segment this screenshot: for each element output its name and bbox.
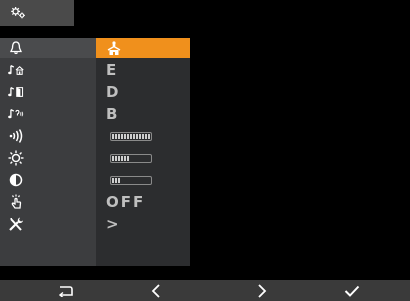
volume-level-bar[interactable]	[110, 131, 152, 141]
value-touch-sound: OFF	[106, 193, 146, 211]
tone-intercom-icon	[8, 109, 24, 119]
chevron-left-icon	[151, 283, 160, 298]
menu-value-column: E D B OFF >	[96, 38, 190, 266]
value-ringtone[interactable]	[96, 38, 190, 58]
house-group-icon	[107, 41, 121, 55]
value-door-call-tone: D	[106, 83, 121, 101]
return-arrow-icon	[59, 285, 73, 297]
brightness-level-bar[interactable]	[110, 153, 152, 163]
value-volume[interactable]	[96, 126, 190, 146]
value-tools: >	[106, 215, 121, 233]
menu-row-brightness[interactable]	[0, 148, 96, 168]
back-button[interactable]	[46, 280, 86, 301]
settings-gears-icon	[11, 7, 25, 19]
contrast-icon	[9, 173, 23, 187]
menu-row-tools[interactable]	[0, 214, 96, 234]
menu-row-touch-sound[interactable]	[0, 192, 96, 212]
value-floor-call-tone: E	[106, 61, 119, 79]
settings-tab[interactable]	[0, 0, 74, 26]
value-contrast[interactable]	[96, 170, 190, 190]
touch-sound-icon	[11, 194, 22, 209]
menu-row-door-call-tone[interactable]	[0, 82, 96, 102]
previous-button[interactable]	[136, 280, 176, 301]
volume-waves-icon	[9, 129, 23, 143]
next-button[interactable]	[242, 280, 282, 301]
brightness-icon	[8, 150, 24, 166]
tone-house-icon	[8, 65, 24, 75]
menu-row-volume[interactable]	[0, 126, 96, 146]
value-intercom-tone: B	[106, 105, 120, 123]
menu-row-ringtone[interactable]	[0, 38, 96, 58]
tone-door-icon	[8, 87, 24, 98]
checkmark-icon	[344, 285, 360, 297]
value-brightness[interactable]	[96, 148, 190, 168]
chevron-right-icon	[258, 283, 267, 298]
menu-row-contrast[interactable]	[0, 170, 96, 190]
tools-icon	[9, 217, 23, 231]
softkey-bar	[0, 280, 410, 301]
menu-row-floor-call-tone[interactable]	[0, 60, 96, 80]
contrast-level-bar[interactable]	[110, 175, 152, 185]
menu-row-intercom-tone[interactable]	[0, 104, 96, 124]
bell-icon	[10, 41, 22, 55]
confirm-button[interactable]	[332, 280, 372, 301]
menu-icon-column	[0, 38, 96, 266]
